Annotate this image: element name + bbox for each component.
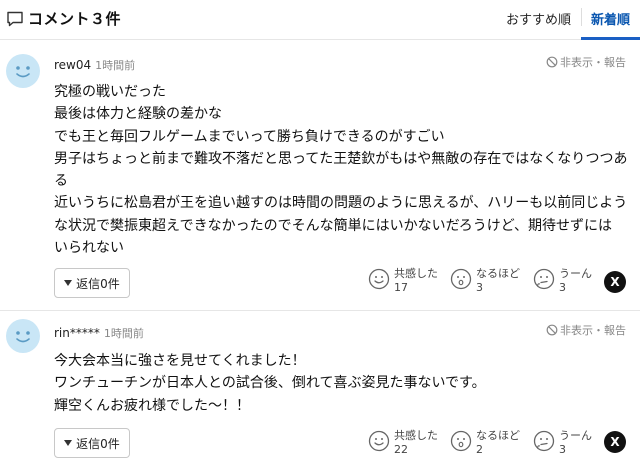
sort-recommended-tab[interactable]: おすすめ順 bbox=[496, 0, 581, 40]
reaction-count: 3 bbox=[476, 281, 483, 294]
reaction-empathy[interactable]: 共感した 17 bbox=[368, 267, 438, 295]
hide-report-link[interactable]: 非表示・報告 bbox=[546, 54, 626, 70]
comment-time: 1時間前 bbox=[103, 327, 144, 340]
triangle-down-icon bbox=[64, 280, 73, 286]
username[interactable]: rew04 bbox=[54, 58, 91, 72]
reply-button[interactable]: 返信0件 bbox=[54, 268, 130, 298]
reaction-label: 共感した bbox=[394, 429, 438, 442]
username[interactable]: rin***** bbox=[54, 326, 100, 340]
comments-title-area: コメント３件 bbox=[6, 8, 121, 29]
reaction-label: うーん bbox=[559, 429, 592, 442]
reply-button[interactable]: 返信0件 bbox=[54, 428, 130, 458]
sort-newest-tab[interactable]: 新着順 bbox=[580, 0, 640, 40]
reaction-count: 2 bbox=[476, 443, 483, 456]
comments-header: コメント３件 おすすめ順 新着順 bbox=[0, 0, 640, 40]
sort-tabs: おすすめ順 新着順 bbox=[496, 0, 640, 40]
reaction-hmm[interactable]: うーん 3 bbox=[533, 429, 592, 457]
reply-count-label: 返信0件 bbox=[76, 276, 120, 291]
hide-report-label[interactable]: 非表示・報告 bbox=[560, 322, 626, 338]
hide-report-link[interactable]: 非表示・報告 bbox=[546, 322, 626, 338]
reaction-empathy[interactable]: 共感した 22 bbox=[368, 429, 438, 457]
reaction-count: 17 bbox=[394, 281, 408, 294]
reaction-label: なるほど bbox=[476, 429, 520, 442]
triangle-down-icon bbox=[64, 440, 73, 446]
smile-face-icon bbox=[368, 430, 390, 452]
comments-count-title: コメント３件 bbox=[28, 10, 122, 28]
reaction-insightful[interactable]: なるほど 3 bbox=[450, 267, 520, 295]
comment-item: rew04 1時間前 非表示・報告 究極の戦いだった 最後は体力と経験の差かな で… bbox=[0, 40, 640, 311]
reply-count-label: 返信0件 bbox=[76, 436, 120, 451]
comment-body: 究極の戦いだった 最後は体力と経験の差かな でも王と毎回フルゲームまでいって勝ち… bbox=[54, 84, 628, 257]
comment-author[interactable]: rin***** 1時間前 bbox=[54, 325, 144, 341]
reaction-count: 3 bbox=[559, 281, 566, 294]
comment-author[interactable]: rew04 1時間前 bbox=[54, 57, 135, 73]
surprised-face-icon bbox=[450, 430, 472, 452]
reaction-label: 共感した bbox=[394, 267, 438, 280]
avatar bbox=[6, 319, 40, 353]
block-icon bbox=[546, 324, 558, 336]
reaction-label: うーん bbox=[559, 267, 592, 280]
hide-report-label[interactable]: 非表示・報告 bbox=[560, 54, 626, 70]
comment-body: 今大会本当に強さを見せてくれました！ ワンチューチンが日本人との試合後、倒れて喜… bbox=[54, 353, 486, 414]
reaction-count: 3 bbox=[559, 443, 566, 456]
comment-bubble-icon bbox=[7, 11, 23, 26]
thinking-face-icon bbox=[533, 268, 555, 290]
avatar bbox=[6, 54, 40, 88]
comment-item: rin***** 1時間前 非表示・報告 今大会本当に強さを見せてくれました！ ワ… bbox=[0, 311, 640, 476]
reaction-label: なるほど bbox=[476, 267, 520, 280]
block-icon bbox=[546, 56, 558, 68]
share-x-button[interactable]: X bbox=[604, 431, 626, 453]
reaction-hmm[interactable]: うーん 3 bbox=[533, 267, 592, 295]
surprised-face-icon bbox=[450, 268, 472, 290]
reaction-count: 22 bbox=[394, 443, 408, 456]
x-logo-icon: X bbox=[610, 275, 620, 289]
reaction-insightful[interactable]: なるほど 2 bbox=[450, 429, 520, 457]
smile-face-icon bbox=[368, 268, 390, 290]
thinking-face-icon bbox=[533, 430, 555, 452]
x-logo-icon: X bbox=[610, 435, 620, 449]
share-x-button[interactable]: X bbox=[604, 271, 626, 293]
comment-time: 1時間前 bbox=[95, 59, 136, 72]
